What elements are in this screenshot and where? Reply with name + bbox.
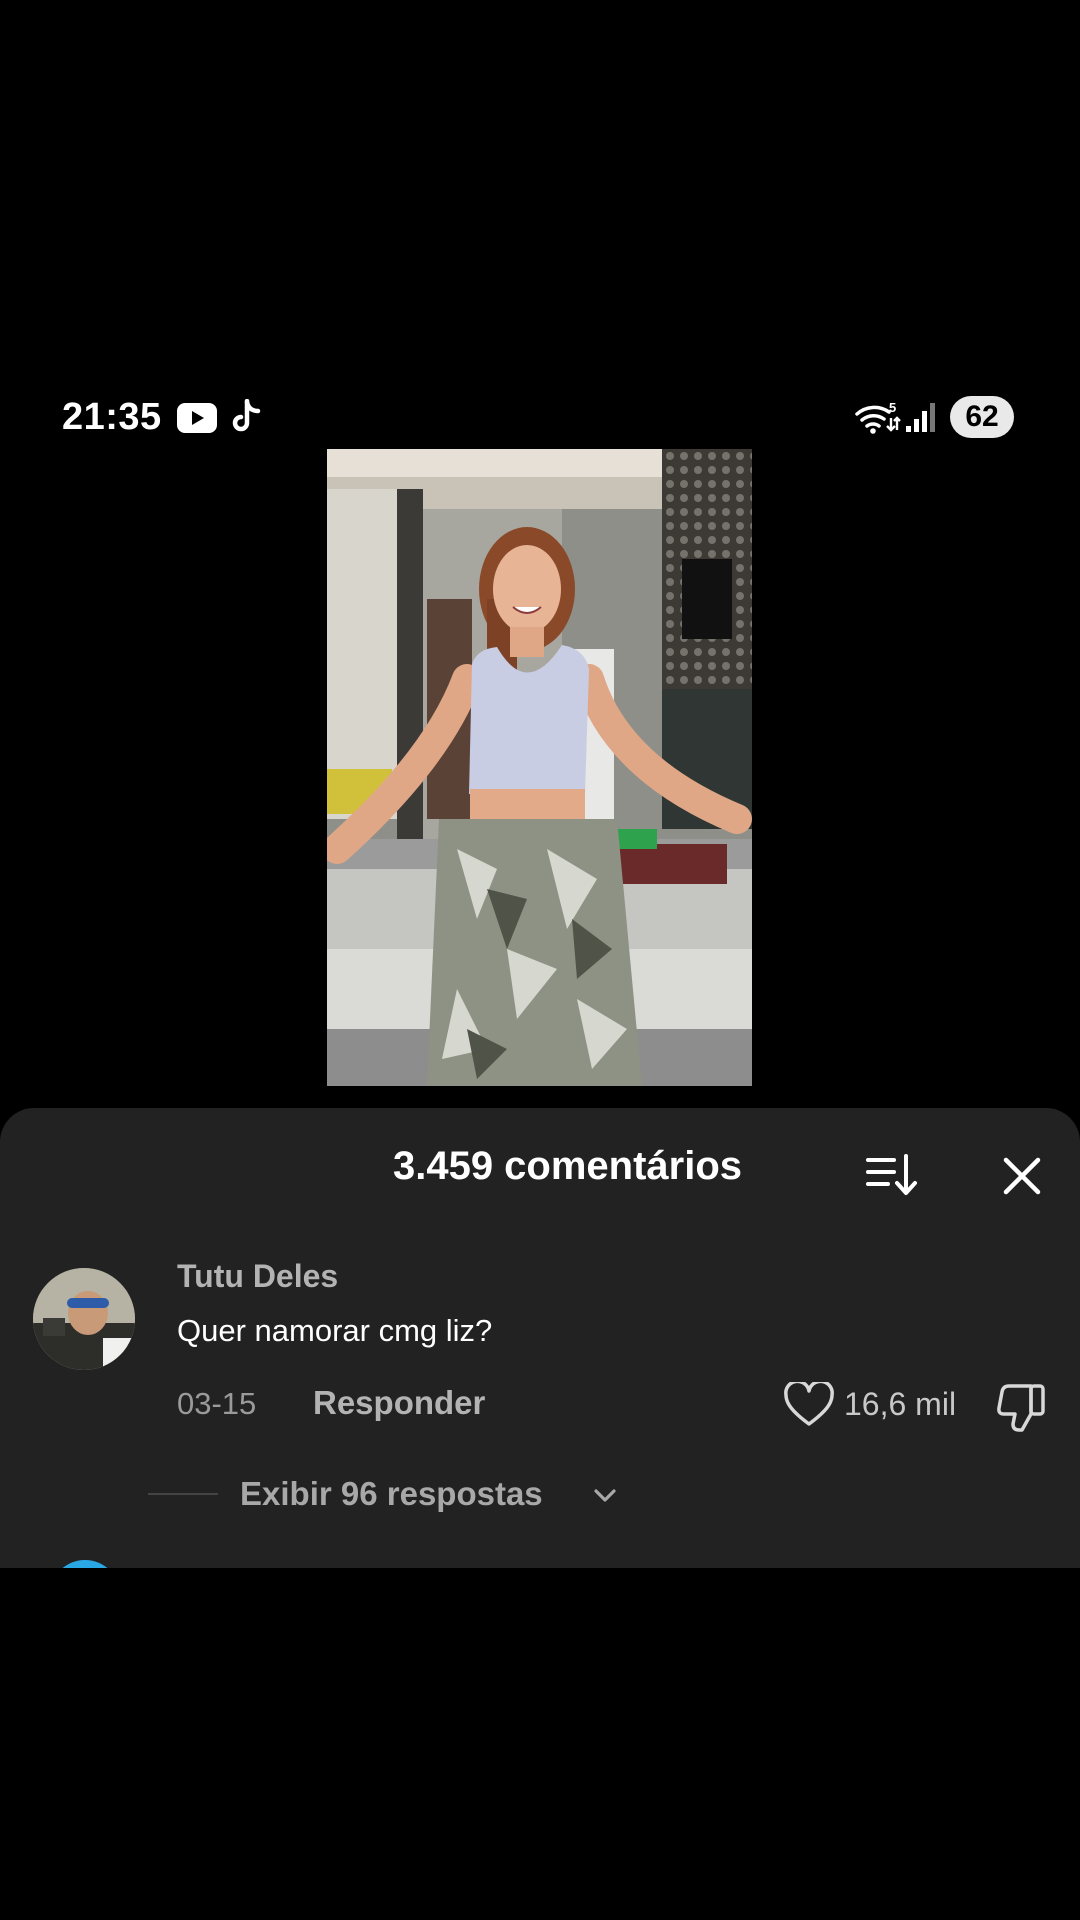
avatar-image (33, 1268, 135, 1370)
replies-divider (148, 1493, 218, 1495)
video-frame-image (327, 449, 752, 1086)
comment-username[interactable]: Tutu Deles (177, 1258, 338, 1295)
reply-button[interactable]: Responder (313, 1384, 485, 1422)
sort-icon[interactable] (866, 1152, 918, 1198)
comments-sheet: 3.459 comentários Tutu Deles Quer namora… (0, 1108, 1080, 1568)
status-bar: 21:35 5 62 (0, 390, 1080, 450)
chevron-down-icon[interactable] (592, 1486, 618, 1506)
avatar[interactable] (33, 1268, 135, 1370)
like-count: 16,6 mil (844, 1386, 957, 1422)
status-time: 21:35 (62, 396, 162, 438)
battery-level: 62 (950, 396, 1014, 438)
close-icon[interactable] (1002, 1156, 1042, 1196)
signal-icon (906, 403, 935, 432)
video-player[interactable] (327, 449, 752, 1086)
tiktok-icon (232, 399, 261, 432)
wifi-badge: 5 (889, 400, 896, 415)
comment-text: Quer namorar cmg liz? (177, 1313, 493, 1348)
next-comment-avatar[interactable] (50, 1560, 120, 1568)
view-replies-button[interactable]: Exibir 96 respostas (240, 1475, 543, 1513)
wifi-icon: 5 (855, 400, 901, 434)
heart-icon[interactable] (784, 1382, 834, 1428)
comment-date: 03-15 (177, 1386, 257, 1421)
dislike-icon[interactable] (995, 1380, 1049, 1434)
youtube-icon (177, 403, 217, 433)
comments-count-title: 3.459 comentários (392, 1144, 743, 1188)
